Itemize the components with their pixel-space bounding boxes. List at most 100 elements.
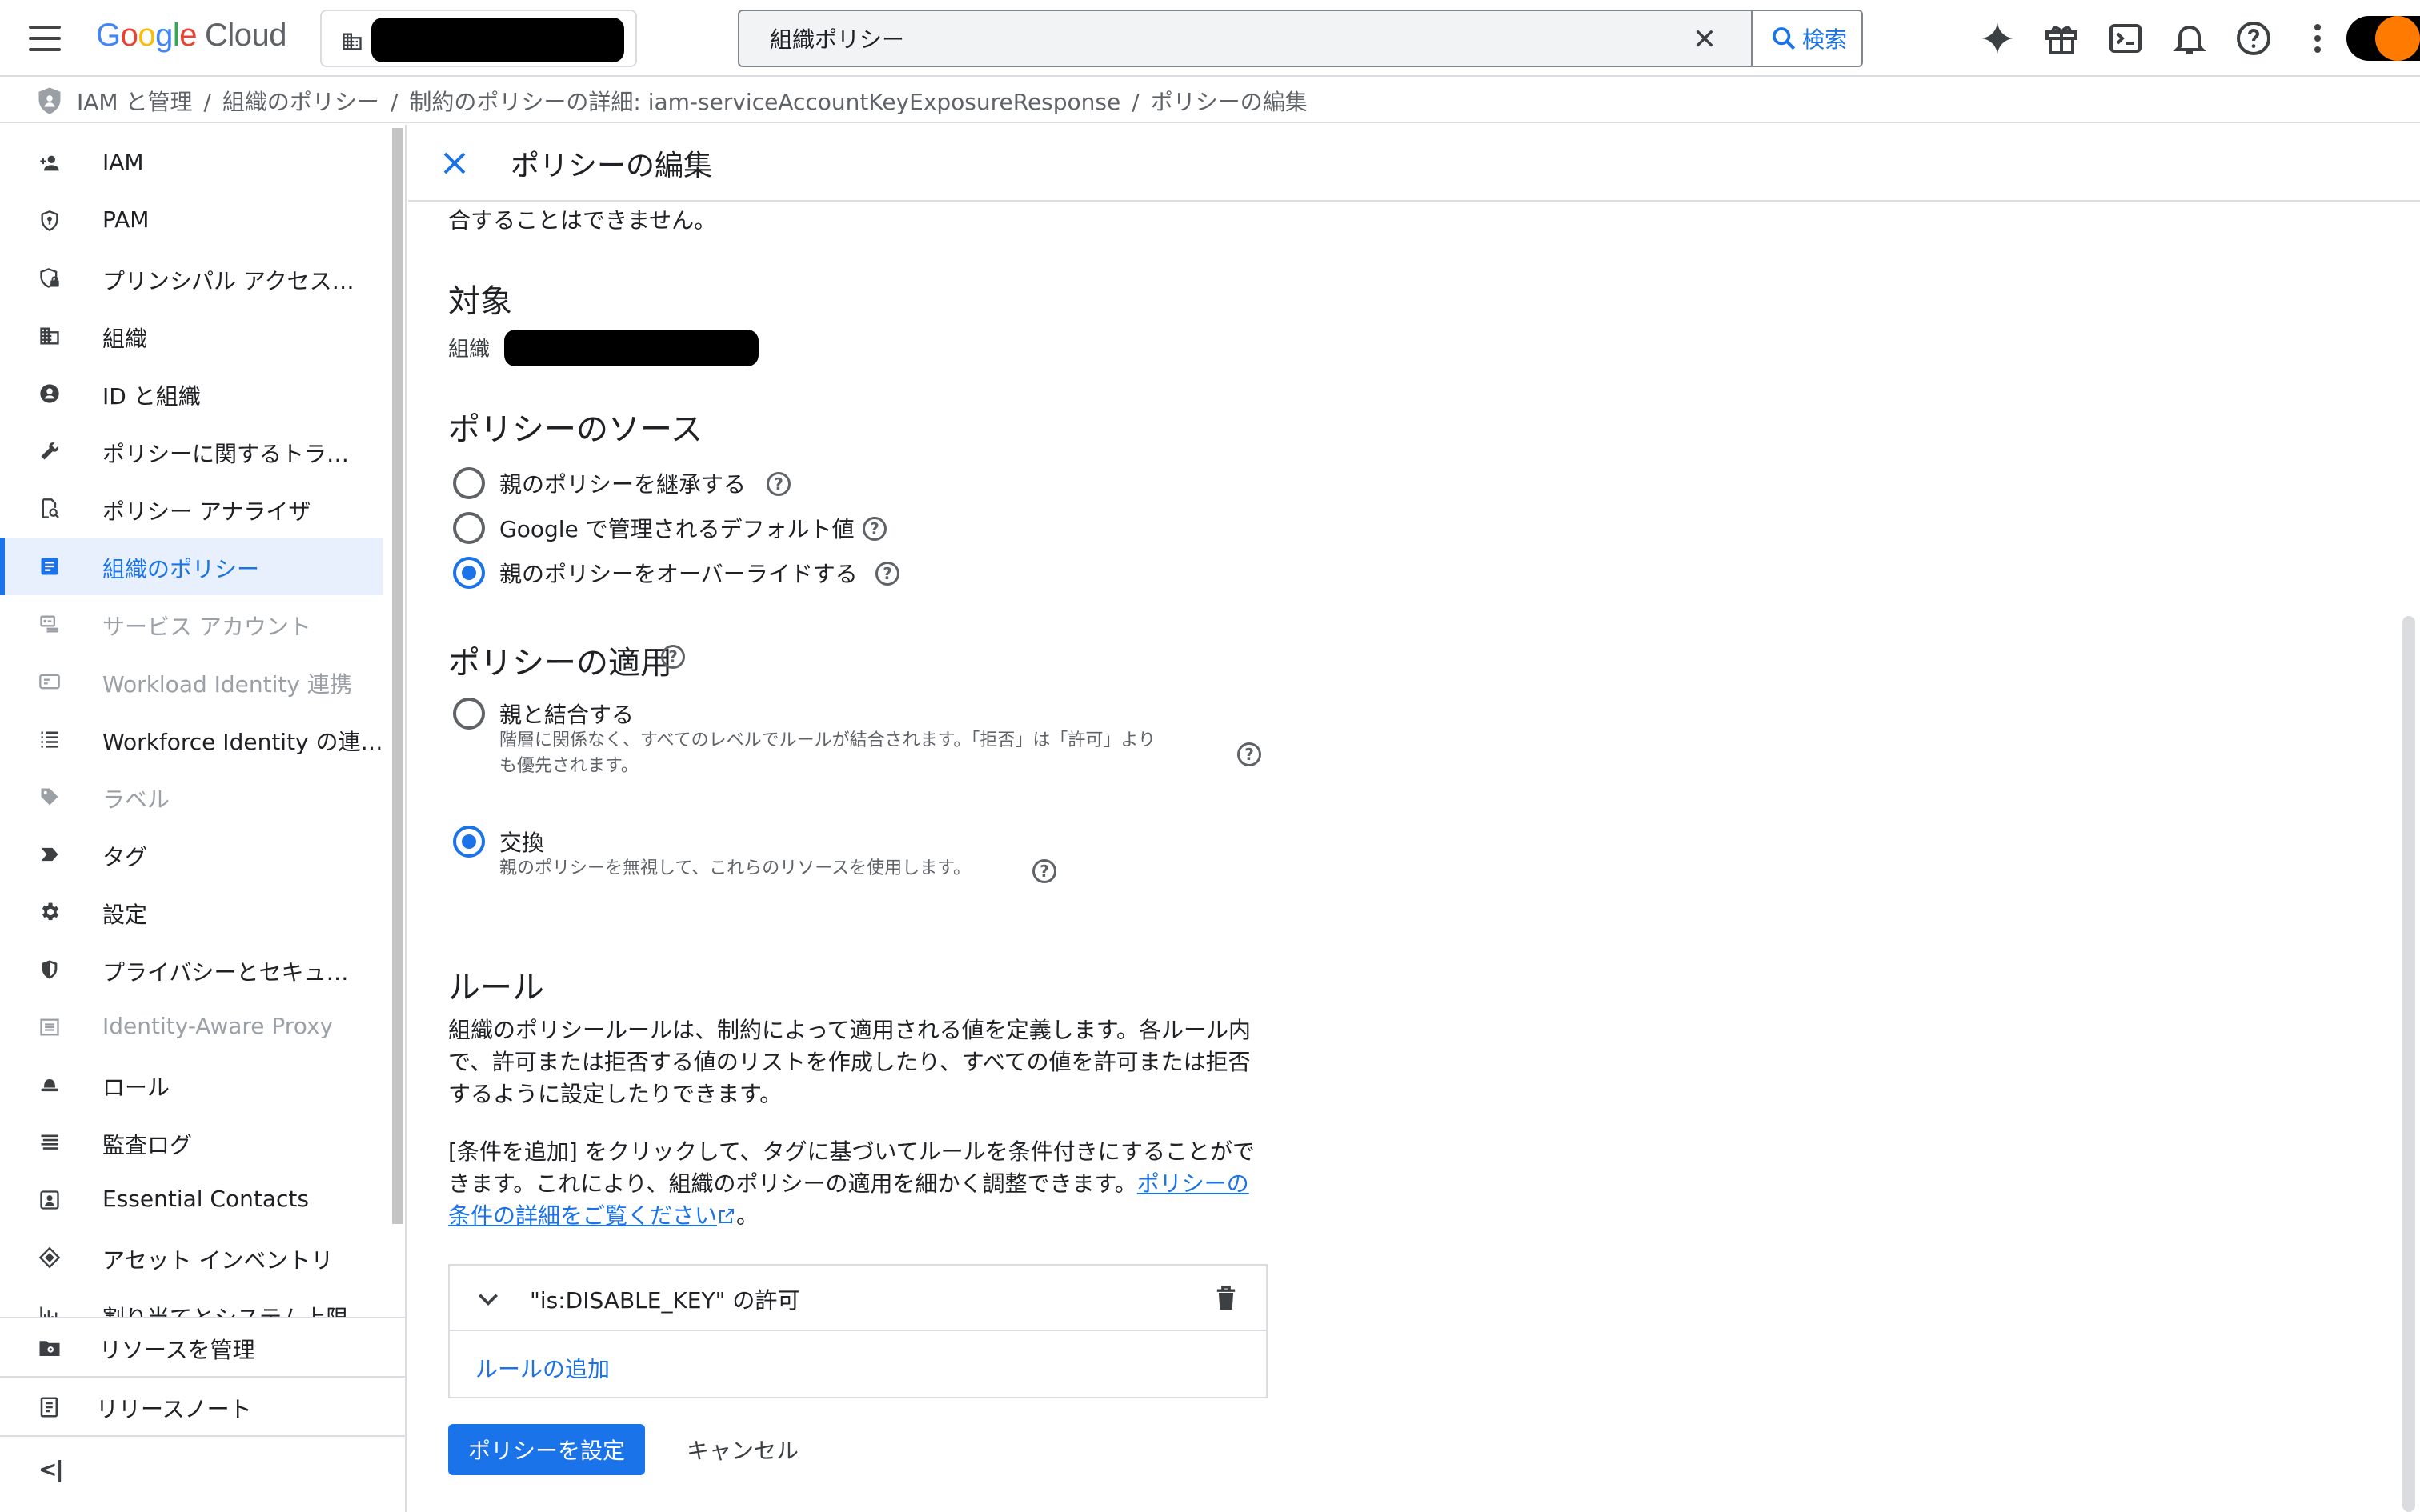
sidebar-item-workload-identity: Workload Identity 連携	[0, 653, 383, 710]
bell-icon[interactable]	[2170, 19, 2209, 58]
cancel-button[interactable]: キャンセル	[663, 1424, 823, 1475]
sidebar-item-essential-contacts[interactable]: Essential Contacts	[0, 1171, 383, 1229]
replace-description: 親のポリシーを無視して、これらのリソースを使用します。	[499, 858, 971, 878]
sidebar-item-roles[interactable]: ロール	[0, 1056, 383, 1114]
help-icon[interactable]: ?	[661, 645, 685, 669]
gift-icon[interactable]	[2042, 19, 2081, 58]
breadcrumb-item[interactable]: IAM と管理	[77, 89, 192, 115]
breadcrumb-item-current: ポリシーの編集	[1150, 89, 1308, 115]
sidebar-item-principal-access[interactable]: プリンシパル アクセス…	[0, 250, 383, 307]
folder-gear-icon	[39, 1341, 60, 1356]
avatar[interactable]	[2346, 16, 2420, 61]
search-button[interactable]: 検索	[1751, 11, 1861, 66]
rules-panel: "is:DISABLE_KEY" の許可 ルールの追加	[448, 1264, 1268, 1398]
building-icon	[40, 327, 59, 345]
radio-inherit-parent[interactable]	[453, 467, 485, 499]
sidebar-nav: IAM PAM プリンシパル アクセス… 組織 ID と組織 ポリシーに関するト…	[0, 125, 392, 1317]
service-account-icon	[40, 615, 58, 633]
breadcrumb-item[interactable]: 組織のポリシー	[222, 89, 379, 115]
building-icon	[343, 33, 362, 50]
collapse-sidebar-button[interactable]: <|	[0, 1435, 407, 1512]
lines-icon	[41, 1134, 58, 1150]
set-policy-button[interactable]: ポリシーを設定	[448, 1424, 645, 1475]
radio-inherit-parent-label: 親のポリシーを継承する	[499, 471, 747, 498]
sidebar-item-audit-logs[interactable]: 監査ログ	[0, 1114, 383, 1171]
main-scrollbar[interactable]	[2402, 616, 2415, 1512]
sidebar-item-tags[interactable]: タグ	[0, 826, 383, 883]
wrench-icon	[41, 442, 58, 460]
hat-icon	[41, 1079, 58, 1092]
redacted-organization-name	[504, 330, 759, 366]
sidebar-scrollbar[interactable]	[392, 128, 403, 1224]
close-icon[interactable]	[440, 149, 469, 178]
more-vert-icon[interactable]	[2298, 19, 2337, 58]
list-icon	[41, 731, 58, 748]
rule-title: "is:DISABLE_KEY" の許可	[530, 1287, 800, 1314]
article-icon	[41, 558, 58, 575]
sidebar-item-pam[interactable]: PAM	[0, 192, 383, 250]
sidebar-item-iam[interactable]: IAM	[0, 134, 383, 192]
top-bar: GoogleCloud 検索	[0, 0, 2420, 77]
sidebar-item-policy-troubleshooter[interactable]: ポリシーに関するトラ…	[0, 422, 383, 480]
project-selector[interactable]	[320, 10, 637, 67]
help-icon[interactable]: ?	[863, 517, 887, 541]
contact-icon	[40, 1190, 59, 1210]
label-icon	[41, 788, 58, 806]
radio-replace[interactable]	[453, 826, 485, 858]
manage-resources-button[interactable]: リソースを管理	[0, 1317, 407, 1374]
breadcrumb-item[interactable]: 制約のポリシーの詳細: iam-serviceAccountKeyExposur…	[409, 89, 1120, 115]
help-icon[interactable]: ?	[1032, 859, 1056, 883]
radio-google-default-label: Google で管理されるデフォルト値	[499, 516, 855, 542]
sidebar-item-service-accounts: サービス アカウント	[0, 595, 383, 653]
help-icon[interactable]: ?	[875, 562, 899, 586]
help-icon[interactable]: ?	[767, 472, 791, 496]
add-rule-button[interactable]: ルールの追加	[475, 1352, 610, 1384]
sidebar-item-organizations[interactable]: 組織	[0, 307, 383, 365]
radio-google-default[interactable]	[453, 512, 485, 544]
search-input[interactable]	[739, 11, 1751, 66]
rule-row[interactable]: "is:DISABLE_KEY" の許可	[450, 1266, 1266, 1331]
sidebar-item-iap: Identity-Aware Proxy	[0, 998, 383, 1056]
delete-icon[interactable]	[1215, 1285, 1237, 1312]
search-icon	[1773, 27, 1796, 50]
clear-icon[interactable]	[1692, 26, 1717, 51]
gemini-sparkle-icon[interactable]	[1978, 19, 2017, 58]
sidebar-item-workforce-identity[interactable]: Workforce Identity の連…	[0, 710, 383, 768]
collapse-icon: <|	[38, 1456, 64, 1482]
sidebar-item-policy-analyzer[interactable]: ポリシー アナライザ	[0, 480, 383, 538]
policy-source-heading: ポリシーのソース	[448, 411, 703, 448]
merge-description-line-1: 階層に関係なく、すべてのレベルでルールが結合されます。「拒否」は「許可」より	[499, 730, 1156, 750]
radio-replace-label: 交換	[499, 830, 545, 856]
id-card-icon	[39, 674, 60, 690]
shield-icon	[38, 87, 61, 114]
main-header: ポリシーの編集	[408, 125, 2420, 202]
chevron-down-icon[interactable]	[475, 1286, 501, 1312]
radio-merge-parent[interactable]	[453, 698, 485, 730]
terminal-icon[interactable]	[2106, 19, 2145, 58]
quota-icon	[40, 1306, 58, 1317]
sidebar-item-settings[interactable]: 設定	[0, 883, 383, 941]
sidebar-item-privacy-security[interactable]: プライバシーとセキュ…	[0, 941, 383, 998]
sidebar-item-labels: ラベル	[0, 768, 383, 826]
merge-description-line-2: も優先されます。	[499, 756, 639, 776]
release-notes-icon	[40, 1397, 58, 1418]
menu-icon[interactable]	[26, 19, 64, 58]
google-cloud-logo[interactable]: Google Cloud	[96, 18, 287, 54]
help-icon[interactable]	[2234, 19, 2273, 58]
help-icon[interactable]: ?	[1237, 742, 1261, 766]
shield-icon	[42, 960, 58, 979]
sidebar-item-quotas[interactable]: 割り当てとシステム上限	[0, 1286, 383, 1317]
sidebar-item-asset-inventory[interactable]: アセット インベントリ	[0, 1229, 383, 1286]
redacted-project-name	[371, 18, 624, 62]
radio-override-parent[interactable]	[453, 557, 485, 589]
radio-merge-parent-label: 親と結合する	[499, 702, 635, 728]
sidebar-item-identity[interactable]: ID と組織	[0, 365, 383, 422]
proxy-icon	[40, 1018, 59, 1036]
target-label: 組織	[448, 338, 491, 362]
release-notes-button[interactable]: リリースノート	[0, 1376, 407, 1434]
truncated-text: 合することはできません。	[448, 207, 717, 234]
account-circle-icon	[40, 384, 59, 403]
person-add-icon	[40, 155, 59, 171]
sidebar: IAM PAM プリンシパル アクセス… 組織 ID と組織 ポリシーに関するト…	[0, 125, 407, 1512]
sidebar-item-org-policies[interactable]: 組織のポリシー	[0, 538, 383, 595]
